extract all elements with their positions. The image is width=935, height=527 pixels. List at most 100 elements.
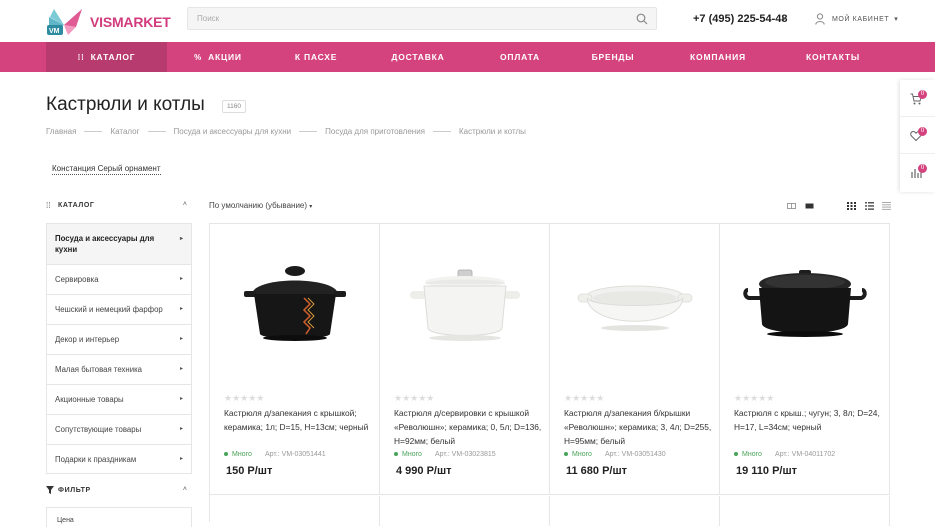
- product-article: Арт.: VM-03023815: [435, 451, 496, 458]
- sidebar-item-label: Посуда и аксессуары для кухни: [55, 234, 155, 254]
- breadcrumb-separator: [299, 131, 318, 132]
- nav-item-label: Контакты: [805, 52, 861, 62]
- product-card[interactable]: ★★★★★ Кастрюля д/сервировки с крышкой «Р…: [380, 224, 550, 495]
- breadcrumb-item[interactable]: Каталог: [110, 127, 139, 136]
- stock-status-label: Много: [232, 451, 252, 458]
- product-price: 11 680 Р/шт: [566, 465, 628, 477]
- product-card[interactable]: ★★★★★ Кастрюля д/запекания б/крышки «Рев…: [550, 224, 720, 495]
- sidebar-item-kitchen[interactable]: Посуда и аксессуары для кухни ▸: [47, 224, 191, 265]
- breadcrumb-item[interactable]: Главная: [46, 127, 76, 136]
- account-link[interactable]: Мой кабинет ▾: [815, 12, 898, 26]
- cart-button[interactable]: 0: [900, 80, 935, 117]
- search-input[interactable]: Поиск: [197, 14, 219, 23]
- product-article: Арт.: VM-04011702: [775, 451, 836, 458]
- sidebar-item-gifts[interactable]: Подарки к праздникам ▸: [47, 445, 191, 474]
- search-field[interactable]: Поиск: [187, 7, 657, 30]
- view-compact-icon[interactable]: [805, 202, 814, 210]
- stock-status: Много: [564, 451, 592, 458]
- percent-icon: %: [194, 52, 203, 62]
- nav-item-promo[interactable]: % Акции: [186, 42, 250, 72]
- stock-dot-icon: [564, 452, 568, 457]
- stock-status-label: Много: [402, 451, 422, 458]
- sidebar-catalog-label: Каталог: [58, 202, 95, 209]
- nav-item-label: Бренды: [591, 52, 635, 62]
- product-title[interactable]: Кастрюля д/запекания б/крышки «Революшн»…: [564, 406, 714, 448]
- view-wide-icon[interactable]: [787, 202, 796, 210]
- view-grid-icon[interactable]: [847, 202, 856, 210]
- sidebar-item-promo[interactable]: Акционные товары ▸: [47, 385, 191, 415]
- product-title[interactable]: Кастрюля д/запекания с крышкой; керамика…: [224, 406, 374, 434]
- site-logo[interactable]: VM VISMARKET: [46, 5, 171, 37]
- filter-price-label: Цена: [57, 517, 74, 524]
- stock-status-label: Много: [572, 451, 592, 458]
- nav-item-label: Акции: [208, 52, 242, 62]
- sidebar-catalog-header[interactable]: ⁞⁞ Каталог ˄: [46, 200, 191, 212]
- logo-butterfly-icon: VM: [47, 9, 82, 35]
- sidebar-item-porcelain[interactable]: Чешский и немецкий фарфор ▸: [47, 295, 191, 325]
- nav-item-delivery[interactable]: Доставка: [385, 42, 451, 72]
- stock-dot-icon: [224, 452, 228, 457]
- chevron-up-icon[interactable]: ˄: [183, 486, 187, 493]
- breadcrumb-separator: [84, 131, 103, 132]
- sidebar-item-label: Акционные товары: [55, 395, 124, 404]
- product-card[interactable]: ★★★★★ Кастрюля д/запекания с крышкой; ке…: [210, 224, 380, 495]
- sidebar-item-serving[interactable]: Сервировка ▸: [47, 265, 191, 295]
- product-article: Арт.: VM-03051430: [605, 451, 666, 458]
- product-card[interactable]: ★★★★★ Кастрюля с крыш.; чугун; 3, 8л; D=…: [720, 224, 890, 495]
- main-nav: ⁞⁞ Каталог % Акции К Пасхе Доставка Опла…: [0, 42, 935, 72]
- nav-item-payment[interactable]: Оплата: [492, 42, 548, 72]
- product-image[interactable]: [220, 234, 370, 364]
- chevron-down-icon[interactable]: ▾: [782, 15, 786, 23]
- breadcrumb-item[interactable]: Посуда и аксессуары для кухни: [174, 127, 292, 136]
- sidebar-item-label: Декор и интерьер: [55, 335, 120, 344]
- chevron-right-icon: ▸: [179, 336, 183, 342]
- view-table-icon[interactable]: [882, 202, 891, 210]
- collection-tag-link[interactable]: Констанция Серый орнамент: [52, 164, 161, 175]
- wishlist-count-badge: 0: [918, 127, 927, 136]
- sidebar-item-related[interactable]: Сопутствующие товары ▸: [47, 415, 191, 445]
- product-title[interactable]: Кастрюля д/сервировки с крышкой «Революш…: [394, 406, 544, 448]
- product-count-badge: 1160: [222, 100, 246, 113]
- breadcrumb-current: Кастрюли и котлы: [459, 127, 526, 136]
- product-image[interactable]: [390, 234, 540, 364]
- product-title[interactable]: Кастрюля с крыш.; чугун; 3, 8л; D=24, H=…: [734, 406, 884, 434]
- chevron-right-icon: ▸: [179, 236, 183, 242]
- rating-stars: ★★★★★: [394, 393, 435, 403]
- sidebar-item-label: Подарки к праздникам: [55, 455, 137, 464]
- phone-number[interactable]: +7 (495) 225-54-48: [693, 13, 787, 25]
- view-list-icon[interactable]: [865, 202, 874, 210]
- breadcrumb: Главная Каталог Посуда и аксессуары для …: [46, 127, 526, 136]
- filter-label: Фильтр: [58, 487, 91, 494]
- chevron-up-icon[interactable]: ˄: [183, 201, 187, 208]
- product-image[interactable]: [560, 234, 710, 364]
- compare-count-badge: 0: [918, 164, 927, 173]
- logo-badge-text: VM: [49, 28, 60, 35]
- chevron-down-icon: ▾: [894, 16, 898, 23]
- stock-status: Много: [394, 451, 422, 458]
- nav-item-easter[interactable]: К Пасхе: [286, 42, 346, 72]
- product-article: Арт.: VM-03051441: [265, 451, 326, 458]
- sidebar-item-decor[interactable]: Декор и интерьер ▸: [47, 325, 191, 355]
- breadcrumb-item[interactable]: Посуда для приготовления: [325, 127, 425, 136]
- compare-button[interactable]: 0: [900, 154, 935, 191]
- filter-header[interactable]: Фильтр ˄: [46, 485, 191, 497]
- sidebar-item-label: Чешский и немецкий фарфор: [55, 305, 163, 314]
- nav-item-contacts[interactable]: Контакты: [797, 42, 869, 72]
- sort-dropdown[interactable]: По умолчанию (убывание) ▾: [209, 201, 312, 210]
- stock-status-label: Много: [742, 451, 762, 458]
- filter-price-section[interactable]: Цена: [46, 507, 192, 527]
- product-price: 19 110 Р/шт: [736, 465, 798, 477]
- stock-status: Много: [734, 451, 762, 458]
- sidebar-item-appliances[interactable]: Малая бытовая техника ▸: [47, 355, 191, 385]
- stock-status: Много: [224, 451, 252, 458]
- product-image[interactable]: [730, 234, 880, 364]
- chevron-right-icon: ▸: [179, 276, 183, 282]
- product-price: 150 Р/шт: [226, 465, 273, 477]
- nav-item-catalog[interactable]: ⁞⁞ Каталог: [46, 42, 167, 72]
- wishlist-button[interactable]: 0: [900, 117, 935, 154]
- nav-item-brands[interactable]: Бренды: [584, 42, 642, 72]
- search-icon[interactable]: [636, 13, 648, 25]
- nav-item-label: К Пасхе: [294, 52, 338, 62]
- breadcrumb-separator: [147, 131, 166, 132]
- nav-item-company[interactable]: Компания: [683, 42, 753, 72]
